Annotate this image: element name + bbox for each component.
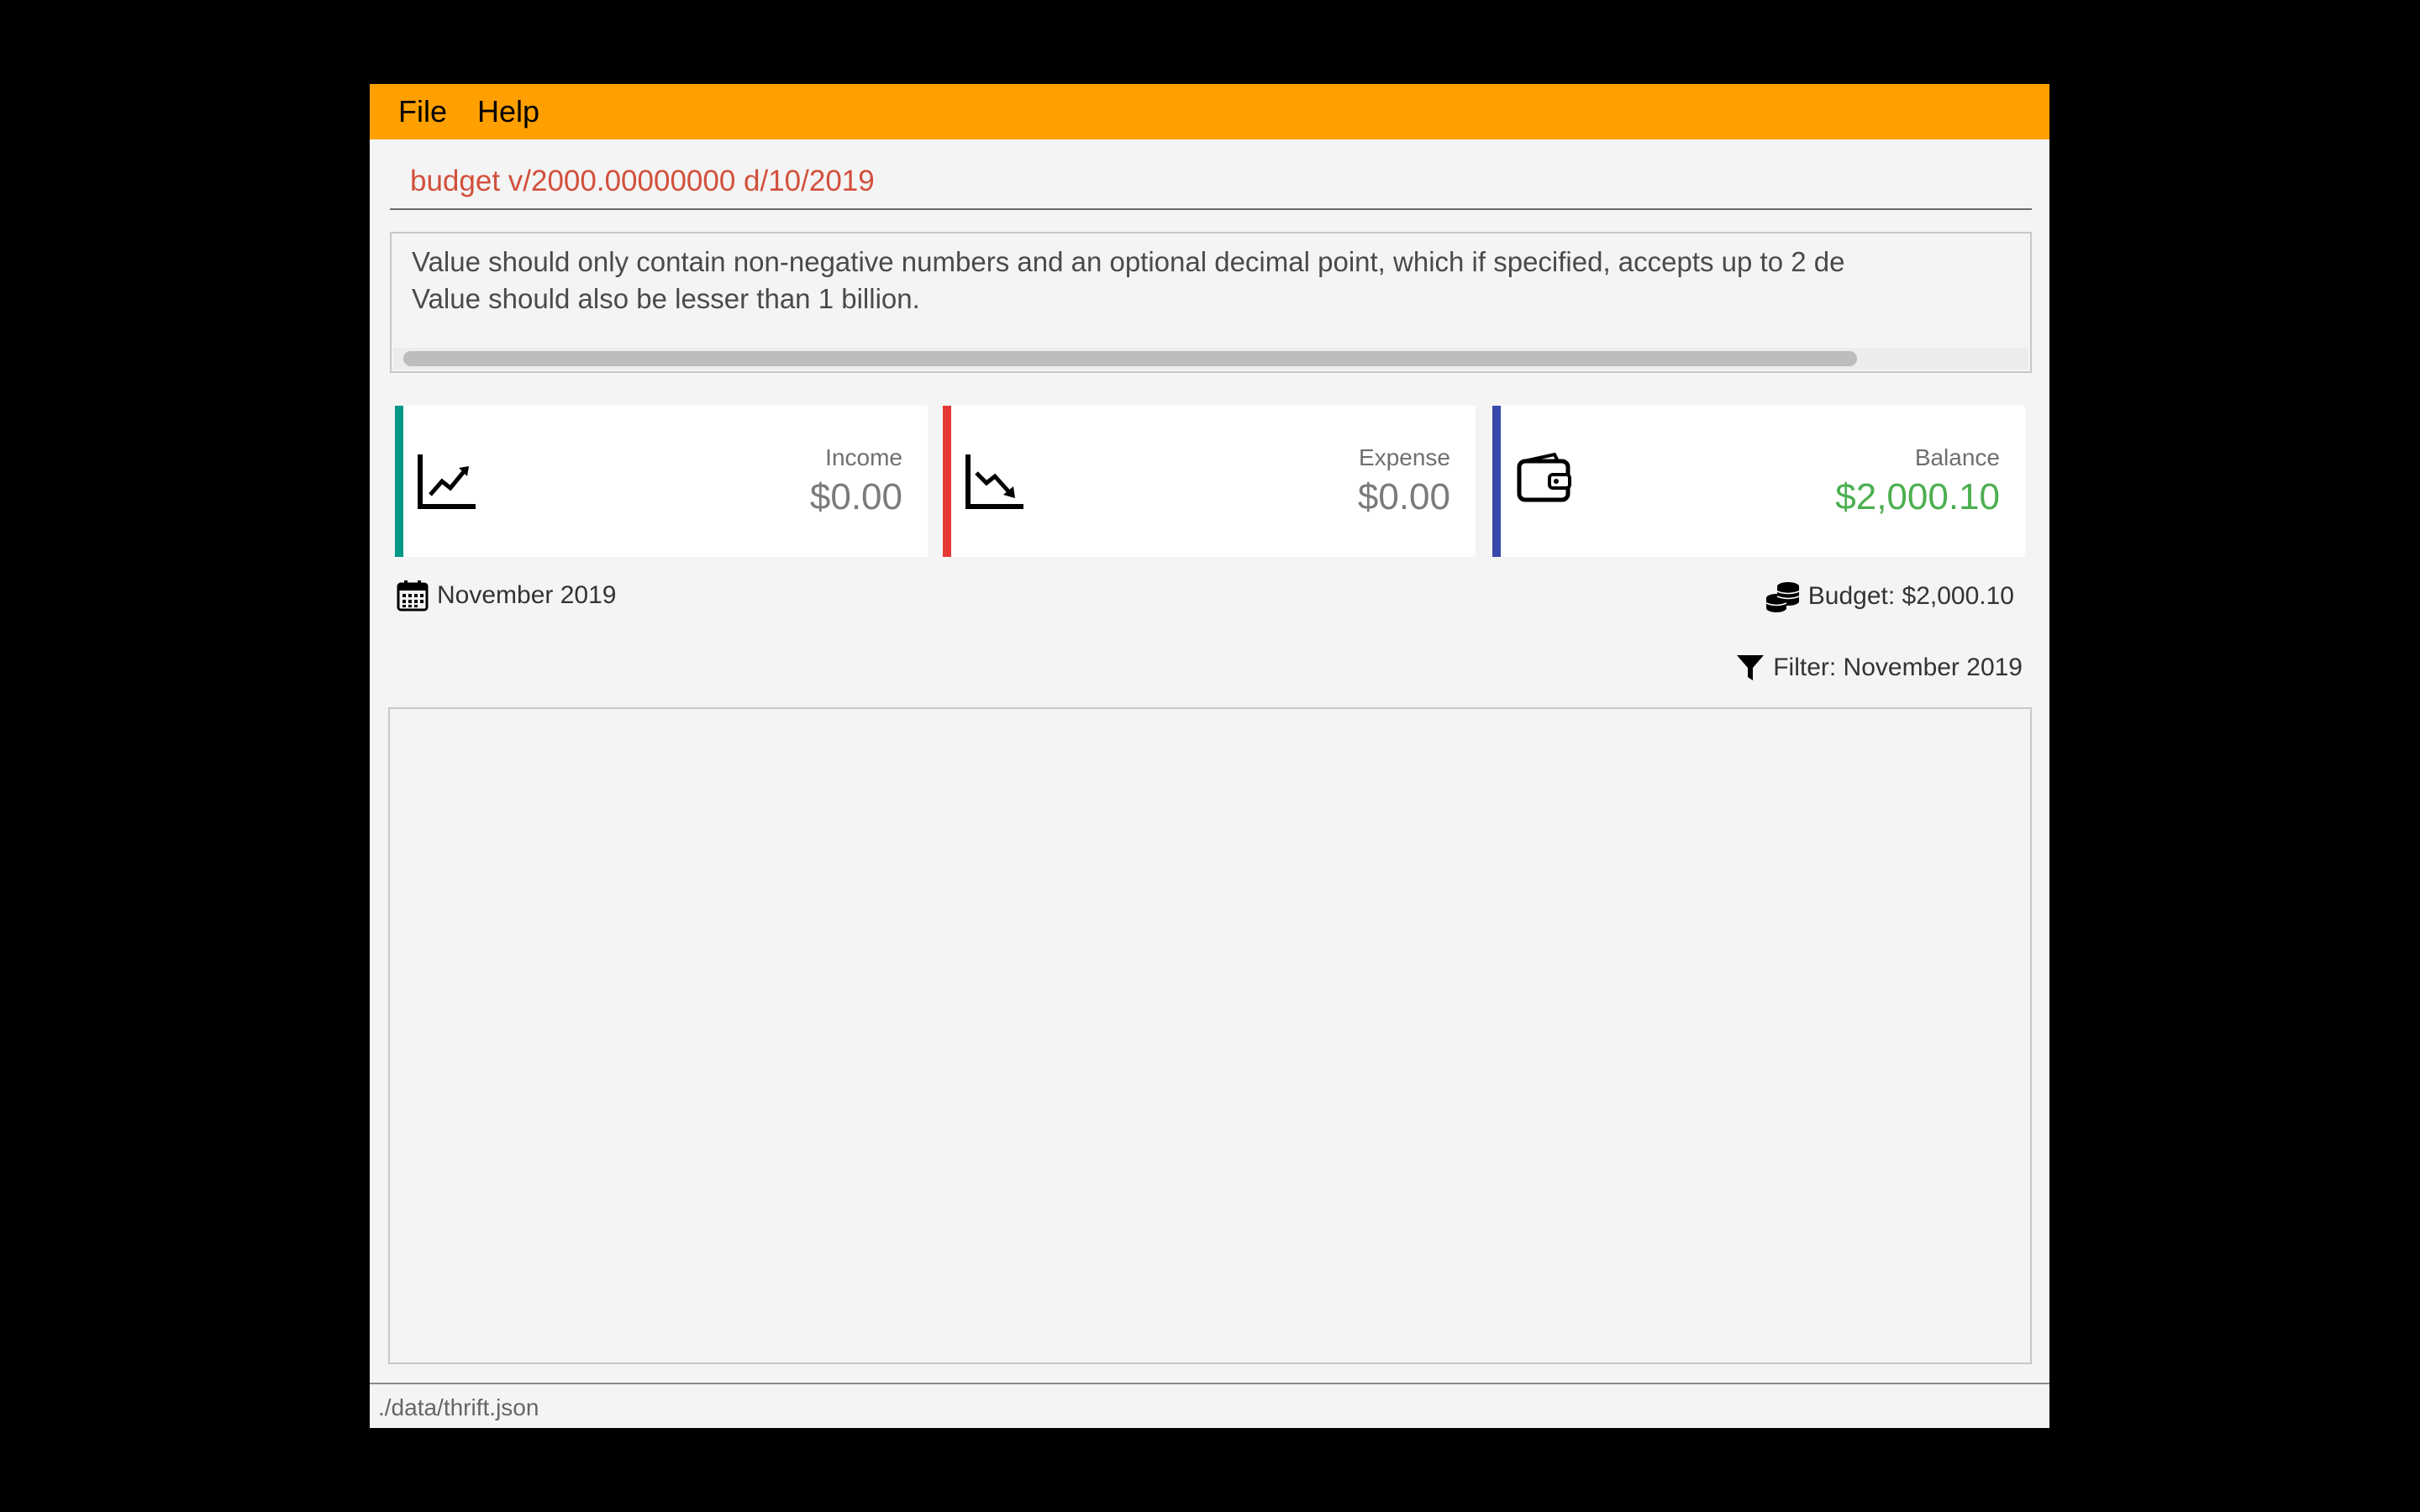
expense-amount: $0.00 bbox=[1357, 476, 1450, 517]
filter-icon bbox=[1737, 655, 1765, 680]
balance-accent-bar bbox=[1492, 406, 1501, 557]
status-bar: ./data/thrift.json bbox=[370, 1383, 2049, 1428]
income-card: Income $0.00 bbox=[395, 406, 928, 557]
expense-card: Expense $0.00 bbox=[943, 406, 1476, 557]
balance-amount: $2,000.10 bbox=[1835, 476, 2000, 517]
result-line-2: Value should also be lesser than 1 billi… bbox=[412, 283, 920, 314]
income-accent-bar bbox=[395, 406, 403, 557]
summary-cards: Income $0.00 Expense $0.00 Balance $2,00… bbox=[395, 406, 2025, 557]
menu-file[interactable]: File bbox=[383, 94, 462, 129]
save-file-path: ./data/thrift.json bbox=[378, 1394, 539, 1420]
trending-down-chart-icon bbox=[965, 454, 1023, 509]
command-box bbox=[390, 155, 2032, 210]
result-display: Value should only contain non-negative n… bbox=[390, 232, 2032, 373]
trending-up-chart-icon bbox=[418, 454, 476, 509]
command-input[interactable] bbox=[390, 155, 2032, 208]
transaction-list[interactable] bbox=[388, 707, 2032, 1364]
result-line-1: Value should only contain non-negative n… bbox=[412, 246, 1845, 277]
menu-help[interactable]: Help bbox=[462, 94, 555, 129]
scrollbar-thumb[interactable] bbox=[403, 351, 1857, 366]
wallet-icon bbox=[1517, 452, 1571, 502]
filter-label: Filter: November 2019 bbox=[1773, 654, 2023, 681]
budget-display: Budget: $2,000.10 bbox=[1765, 580, 2014, 613]
budget-label: Budget: $2,000.10 bbox=[1807, 582, 2014, 610]
expense-accent-bar bbox=[943, 406, 951, 557]
coins-icon bbox=[1765, 582, 1800, 612]
horizontal-scrollbar[interactable] bbox=[393, 348, 2028, 370]
calendar-icon bbox=[397, 580, 429, 612]
menu-bar: File Help bbox=[370, 84, 2049, 139]
balance-label: Balance bbox=[1914, 444, 2000, 470]
expense-label: Expense bbox=[1359, 444, 1450, 470]
result-text: Value should only contain non-negative n… bbox=[412, 244, 2030, 318]
current-period: November 2019 bbox=[397, 580, 616, 612]
income-label: Income bbox=[825, 444, 902, 470]
income-amount: $0.00 bbox=[809, 476, 902, 517]
filter-display: Filter: November 2019 bbox=[1736, 654, 2023, 682]
app-window: File Help Value should only contain non-… bbox=[370, 84, 2049, 1428]
balance-card: Balance $2,000.10 bbox=[1492, 406, 2025, 557]
period-label: November 2019 bbox=[437, 581, 617, 609]
